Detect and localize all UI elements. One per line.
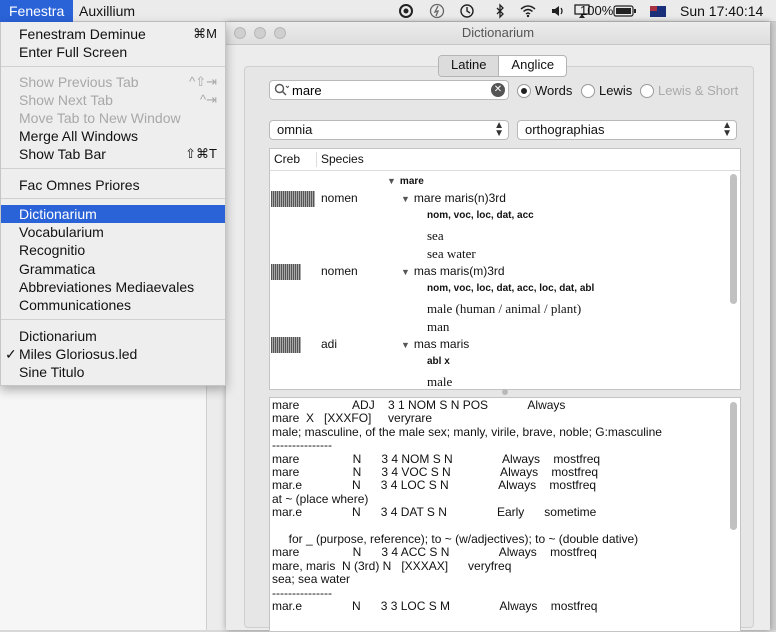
forms-cell: nom, voc, loc, dat, acc — [427, 210, 534, 221]
menu-clock[interactable]: Sun 17:40:14 — [680, 0, 763, 22]
disclosure-triangle-icon[interactable]: ▼ — [387, 176, 396, 186]
radio-label: Words — [535, 83, 573, 98]
battery-icon[interactable] — [613, 3, 637, 19]
zoom-window-button[interactable] — [274, 27, 286, 39]
menu-item-recognitio[interactable]: Recognitio — [1, 241, 225, 259]
menu-item-show-previous-tab[interactable]: Show Previous Tab ^⇧⇥ — [1, 73, 225, 91]
menu-item-fac-omnes-priores[interactable]: Fac Omnes Priores — [1, 176, 225, 194]
search-icon[interactable] — [274, 83, 289, 97]
frequency-bar — [271, 264, 301, 280]
outline-row[interactable]: ▼ mas maris(m)3rd — [401, 264, 505, 278]
column-species[interactable]: Species — [321, 149, 364, 170]
radio-dot-icon — [581, 84, 595, 98]
meaning-cell: male — [427, 374, 453, 389]
window-title: Dictionarium — [226, 22, 770, 45]
radio-dot-icon — [640, 84, 654, 98]
disclosure-triangle-icon[interactable]: ▼ — [401, 340, 410, 350]
menu-auxillium[interactable]: Auxillium — [70, 0, 144, 22]
select-omnia[interactable]: omnia ▲ ▼ — [269, 120, 509, 140]
input-source-flag-icon[interactable] — [650, 6, 666, 17]
menu-separator — [1, 319, 225, 320]
menu-fenestra[interactable]: Fenestra — [0, 0, 74, 22]
volume-icon[interactable] — [550, 3, 566, 19]
menu-item-window-dictionarium[interactable]: Dictionarium — [1, 327, 225, 345]
shortcut-label: ⇧⌘T — [185, 146, 217, 161]
bluetooth-icon[interactable] — [492, 3, 508, 19]
menu-item-window-miles-gloriosus[interactable]: ✓ Miles Gloriosus.led — [1, 345, 225, 363]
desktop-edge — [770, 22, 776, 630]
frequency-bar — [271, 191, 315, 207]
disclosure-triangle-icon[interactable]: ▼ — [401, 194, 410, 204]
outline-scrollbar[interactable] — [730, 174, 737, 304]
split-view-handle[interactable] — [502, 389, 508, 395]
clear-search-icon[interactable]: ✕ — [491, 83, 505, 97]
menu-item-merge-all-windows[interactable]: Merge All Windows — [1, 127, 225, 145]
power-icon[interactable] — [429, 3, 445, 19]
search-input[interactable] — [292, 82, 482, 98]
dictionarium-window: Dictionarium Latine Anglice ✕ Words Lewi… — [226, 22, 770, 632]
checkmark-icon: ✓ — [5, 346, 17, 362]
menu-item-window-sine-titulo[interactable]: Sine Titulo — [1, 363, 225, 381]
outline-row[interactable]: ▼ mare maris(n)3rd — [401, 191, 506, 205]
menu-item-grammatica[interactable]: Grammatica — [1, 260, 225, 278]
species-cell: nomen — [321, 264, 358, 278]
radio-words[interactable]: Words — [517, 82, 572, 100]
creative-cloud-icon[interactable] — [398, 3, 414, 19]
tab-latine[interactable]: Latine — [439, 56, 499, 76]
menu-separator — [1, 66, 225, 67]
minimize-window-button[interactable] — [254, 27, 266, 39]
menu-item-communicationes[interactable]: Communicationes — [1, 296, 225, 314]
menu-separator — [1, 168, 225, 169]
forms-cell: nom, voc, loc, dat, acc, loc, dat, abl — [427, 283, 595, 294]
radio-lewis-short[interactable]: Lewis & Short — [640, 82, 738, 100]
outline-header: Creb Species — [270, 149, 740, 171]
updown-arrows-icon: ▲ ▼ — [722, 120, 732, 139]
meaning-cell: man — [427, 319, 450, 334]
wifi-icon[interactable] — [520, 3, 536, 19]
updown-arrows-icon: ▲ ▼ — [494, 120, 504, 139]
menu-item-abbreviationes[interactable]: Abbreviationes Mediaevales — [1, 278, 225, 296]
species-cell: adi — [321, 337, 338, 351]
shortcut-label: ^⇧⇥ — [189, 74, 217, 89]
meaning-cell: male (human / animal / plant) — [427, 301, 582, 316]
menu-item-show-tab-bar[interactable]: Show Tab Bar ⇧⌘T — [1, 145, 225, 163]
tab-anglice[interactable]: Anglice — [498, 56, 566, 76]
battery-percent: 100% — [580, 3, 614, 18]
menu-bar: Fenestra Auxillium 100% Sun 17:40:14 — [0, 0, 776, 22]
menu-separator — [1, 198, 225, 199]
forms-cell: abl x — [427, 356, 450, 367]
disclosure-triangle-icon[interactable]: ▼ — [401, 267, 410, 277]
language-tabs: Latine Anglice — [438, 55, 568, 77]
search-field: ✕ — [269, 80, 509, 100]
menu-item-dictionarium[interactable]: Dictionarium — [1, 205, 225, 223]
outline-row[interactable]: ▼ mas maris — [401, 337, 469, 351]
text-scrollbar[interactable] — [730, 402, 737, 530]
menu-item-fenestram-deminue[interactable]: Fenestram Deminue ⌘M — [1, 25, 225, 43]
select-value: orthographias — [525, 122, 605, 137]
text-output-content: mare ADJ 3 1 NOM S N POS Always mare X [… — [272, 398, 662, 614]
shortcut-label: ⌘M — [193, 26, 217, 41]
radio-lewis[interactable]: Lewis — [581, 82, 632, 100]
column-creb[interactable]: Creb — [274, 149, 300, 170]
fenestra-menu: Fenestram Deminue ⌘M Enter Full Screen Sh… — [0, 22, 226, 386]
meaning-cell: sea — [427, 228, 444, 243]
time-machine-icon[interactable] — [459, 3, 475, 19]
select-value: omnia — [277, 122, 313, 137]
frequency-bar — [271, 337, 301, 353]
results-outline[interactable]: Creb Species ▼ mare nomen ▼ mare maris(n)3… — [269, 148, 741, 390]
menu-item-vocabularium[interactable]: Vocabularium — [1, 223, 225, 241]
radio-label: Lewis & Short — [658, 83, 739, 98]
radio-dot-icon — [517, 84, 531, 98]
text-output[interactable]: mare ADJ 3 1 NOM S N POS Always mare X [… — [269, 397, 741, 632]
menu-item-show-next-tab[interactable]: Show Next Tab ^⇥ — [1, 91, 225, 109]
radio-label: Lewis — [599, 83, 633, 98]
menu-item-move-tab[interactable]: Move Tab to New Window — [1, 109, 225, 127]
select-orthographias[interactable]: orthographias ▲ ▼ — [517, 120, 737, 140]
shortcut-label: ^⇥ — [200, 92, 217, 107]
outline-row[interactable]: ▼ mare — [387, 173, 424, 187]
meaning-cell: sea water — [427, 246, 476, 261]
menu-item-enter-full-screen[interactable]: Enter Full Screen — [1, 43, 225, 61]
species-cell: nomen — [321, 191, 358, 205]
close-window-button[interactable] — [234, 27, 246, 39]
